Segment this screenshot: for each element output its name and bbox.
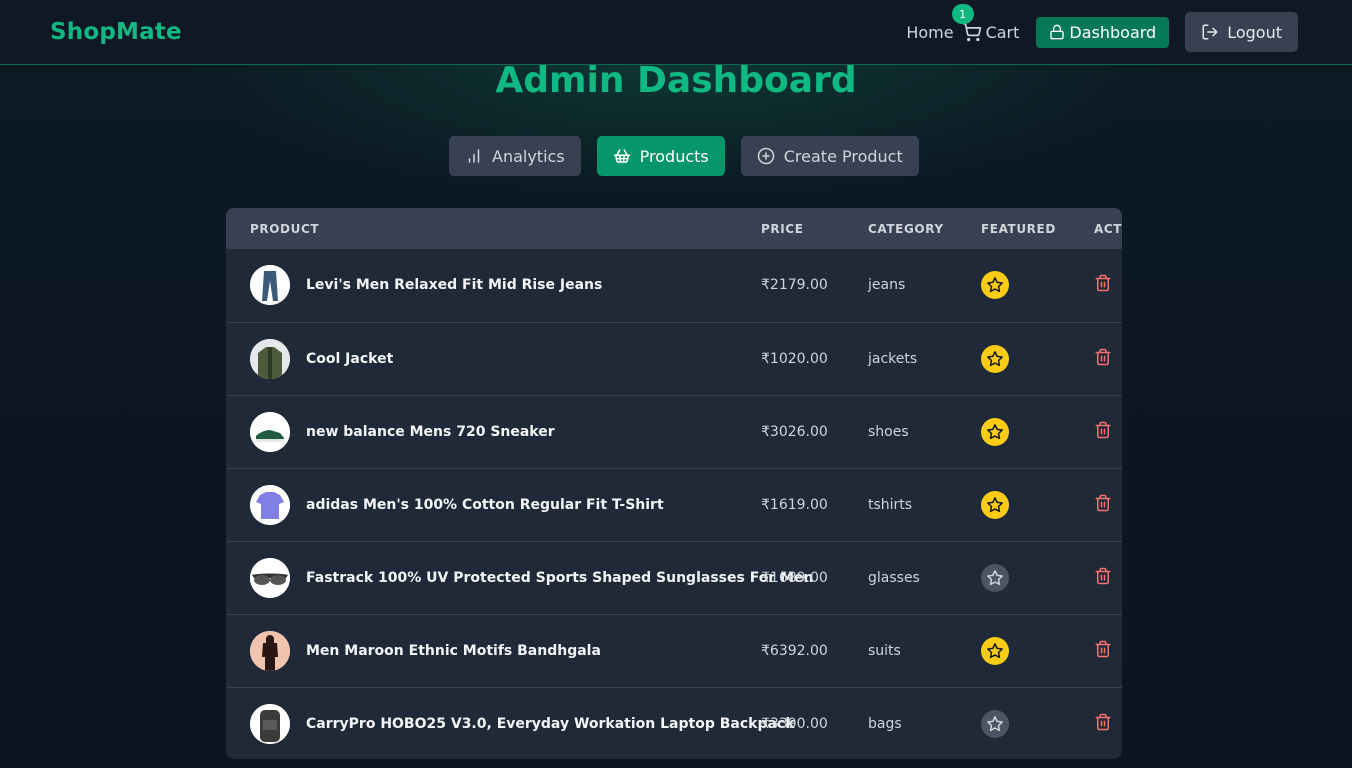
table-row: Levi's Men Relaxed Fit Mid Rise Jeans ₹21… (226, 249, 1122, 322)
product-thumbnail (250, 704, 290, 744)
header-price[interactable]: PRICE (761, 222, 804, 236)
header-actions[interactable]: ACTI (1094, 222, 1122, 236)
product-category: glasses (868, 570, 920, 586)
products-table: PRODUCT PRICE CATEGORY FEATURED ACTI Lev… (226, 208, 1122, 759)
logout-button[interactable]: Logout (1185, 12, 1298, 52)
featured-toggle[interactable] (981, 637, 1009, 665)
delete-button[interactable] (1094, 493, 1112, 513)
trash-icon (1094, 639, 1112, 659)
dashboard-tabs: Analytics Products Create Product (449, 136, 919, 176)
product-name: Cool Jacket (306, 351, 394, 367)
featured-toggle[interactable] (981, 271, 1009, 299)
featured-toggle[interactable] (981, 345, 1009, 373)
product-category: suits (868, 643, 901, 659)
lock-icon (1050, 24, 1065, 40)
basket-icon (613, 149, 630, 163)
plus-circle-icon (757, 147, 774, 165)
header-category[interactable]: CATEGORY (868, 222, 944, 236)
delete-button[interactable] (1094, 566, 1112, 586)
product-thumbnail (250, 412, 290, 452)
logout-button-label: Logout (1227, 22, 1282, 42)
product-name: adidas Men's 100% Cotton Regular Fit T-S… (306, 497, 664, 513)
product-name: Fastrack 100% UV Protected Sports Shaped… (306, 570, 814, 586)
featured-toggle[interactable] (981, 418, 1009, 446)
featured-toggle[interactable] (981, 710, 1009, 738)
cart-count-badge: 1 (951, 4, 974, 24)
star-icon (986, 276, 1004, 294)
dashboard-button-label: Dashboard (1069, 22, 1157, 42)
star-icon (986, 569, 1004, 587)
trash-icon (1094, 273, 1112, 293)
table-row: Men Maroon Ethnic Motifs Bandhgala ₹6392.… (226, 614, 1122, 687)
star-icon (986, 350, 1004, 368)
product-thumbnail (250, 631, 290, 671)
page-title: Admin Dashboard (495, 60, 857, 101)
navbar: ShopMate Home 1 Cart Dashboard Logout (0, 0, 1352, 65)
delete-button[interactable] (1094, 273, 1112, 293)
product-price: ₹2179.00 (761, 277, 828, 293)
product-category: jackets (868, 351, 918, 367)
delete-button[interactable] (1094, 639, 1112, 659)
product-thumbnail (250, 558, 290, 598)
delete-button[interactable] (1094, 420, 1112, 440)
dashboard-button[interactable]: Dashboard (1036, 16, 1170, 48)
delete-button[interactable] (1094, 347, 1112, 367)
table-row: Cool Jacket ₹1020.00 jackets (226, 322, 1122, 395)
product-price: ₹3390.00 (761, 716, 828, 732)
tab-products-label: Products (639, 146, 709, 166)
featured-toggle[interactable] (981, 564, 1009, 592)
table-row: Fastrack 100% UV Protected Sports Shaped… (226, 541, 1122, 614)
product-thumbnail (250, 485, 290, 525)
bar-chart-icon (468, 149, 480, 163)
product-category: bags (868, 716, 902, 732)
product-price: ₹1689.00 (761, 570, 828, 586)
product-category: jeans (868, 277, 906, 293)
tab-create-product-label: Create Product (783, 146, 903, 166)
table-row: adidas Men's 100% Cotton Regular Fit T-S… (226, 468, 1122, 541)
trash-icon (1094, 712, 1112, 732)
star-icon (986, 423, 1004, 441)
product-price: ₹1619.00 (761, 497, 828, 513)
product-name: Levi's Men Relaxed Fit Mid Rise Jeans (306, 277, 603, 293)
product-category: shoes (868, 424, 909, 440)
trash-icon (1094, 566, 1112, 586)
table-body: Levi's Men Relaxed Fit Mid Rise Jeans ₹21… (226, 249, 1122, 759)
star-icon (986, 642, 1004, 660)
header-product[interactable]: PRODUCT (250, 222, 319, 236)
product-name: new balance Mens 720 Sneaker (306, 424, 555, 440)
delete-button[interactable] (1094, 712, 1112, 732)
product-price: ₹1020.00 (761, 351, 828, 367)
cart-label: Cart (985, 22, 1020, 42)
table-row: new balance Mens 720 Sneaker ₹3026.00 shoe… (226, 395, 1122, 468)
brand-logo[interactable]: ShopMate (50, 19, 182, 45)
product-thumbnail (250, 339, 290, 379)
product-name: Men Maroon Ethnic Motifs Bandhgala (306, 643, 601, 659)
header-featured[interactable]: FEATURED (981, 222, 1056, 236)
table-row: CarryPro HOBO25 V3.0, Everyday Workation… (226, 687, 1122, 759)
star-icon (986, 496, 1004, 514)
product-category: tshirts (868, 497, 913, 513)
product-thumbnail (250, 265, 290, 305)
product-name: CarryPro HOBO25 V3.0, Everyday Workation… (306, 716, 795, 732)
tab-create-product[interactable]: Create Product (740, 136, 919, 176)
tab-analytics[interactable]: Analytics (449, 136, 581, 176)
star-icon (986, 715, 1004, 733)
nav-home-link[interactable]: Home (906, 23, 953, 42)
trash-icon (1094, 347, 1112, 367)
product-price: ₹6392.00 (761, 643, 828, 659)
product-price: ₹3026.00 (761, 424, 828, 440)
featured-toggle[interactable] (981, 491, 1009, 519)
cart-icon (962, 22, 981, 42)
nav-cart-link[interactable]: 1 Cart (951, 4, 1020, 42)
trash-icon (1094, 493, 1112, 513)
trash-icon (1094, 420, 1112, 440)
tab-products[interactable]: Products (596, 136, 725, 176)
logout-icon (1202, 24, 1218, 40)
nav-links: Home 1 Cart Dashboard Logout (906, 4, 1298, 52)
table-header: PRODUCT PRICE CATEGORY FEATURED ACTI (226, 208, 1122, 249)
tab-analytics-label: Analytics (492, 146, 565, 166)
